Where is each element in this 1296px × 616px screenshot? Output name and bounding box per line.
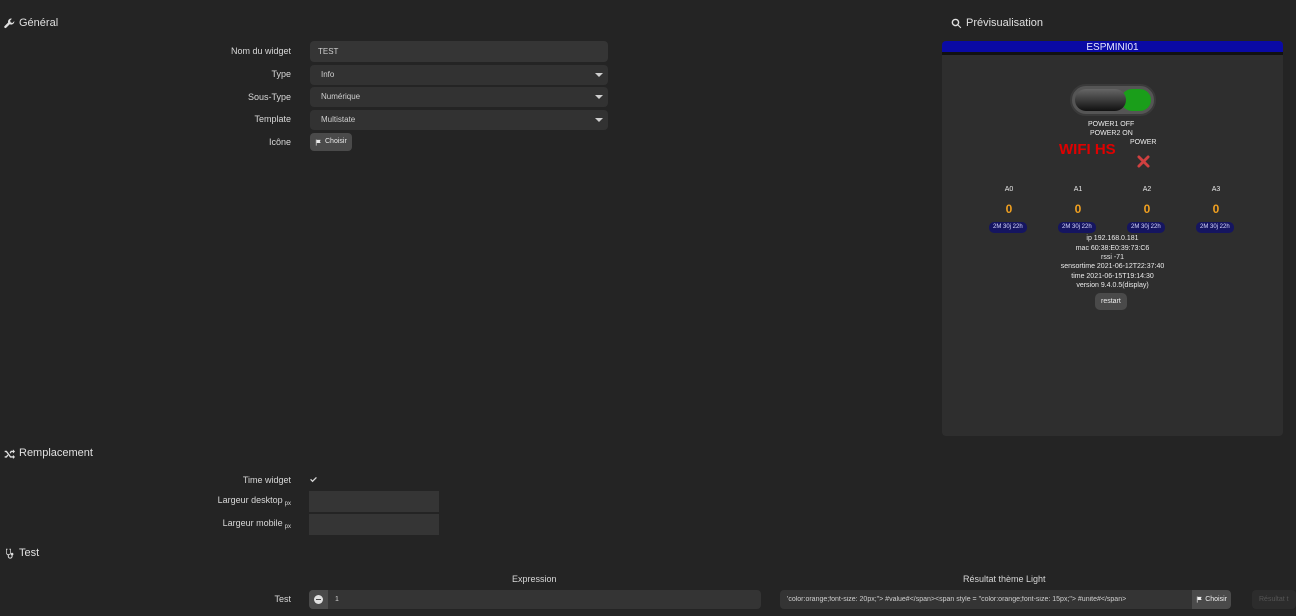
- power-toggle[interactable]: [1070, 84, 1156, 116]
- toggle-knob: [1075, 89, 1126, 111]
- analog-value: 0: [1143, 202, 1151, 216]
- section-replacement-title: Remplacement: [4, 447, 93, 459]
- info-mac: mac 60:38:E0:39:73:C6: [1075, 245, 1150, 252]
- template-select[interactable]: Multistate: [310, 110, 608, 130]
- section-preview-label: Prévisualisation: [966, 17, 1044, 29]
- type-select[interactable]: Info: [310, 65, 608, 85]
- close-icon[interactable]: [1137, 155, 1150, 168]
- stethoscope-icon: [6, 548, 14, 559]
- result-dark-field[interactable]: Résultat t: [1252, 590, 1296, 609]
- restart-button[interactable]: restart: [1095, 293, 1127, 310]
- type-select-value: Info: [321, 70, 335, 79]
- analog-label: A1: [1073, 186, 1083, 193]
- flag-icon: [1197, 596, 1202, 603]
- section-general-title: Général: [4, 17, 58, 29]
- result-column-header: Résultat thème Light: [963, 574, 1046, 584]
- info-ip: ip 192.168.0.181: [1086, 235, 1139, 242]
- widget-name-label: Nom du widget: [230, 46, 291, 56]
- expression-column-header: Expression: [512, 574, 557, 584]
- template-label: Template: [254, 114, 291, 124]
- type-label: Type: [271, 69, 291, 79]
- mobile-width-unit: px: [284, 524, 291, 530]
- flag-icon: [315, 138, 321, 146]
- analog-badge: 2M 30j 22h: [1127, 222, 1165, 233]
- result-light-value: 'color:orange;font-size: 20px;"> #value#…: [787, 596, 1127, 603]
- power1-status: POWER1 OFF: [1088, 121, 1135, 128]
- search-icon: [951, 18, 962, 28]
- info-version: version 9.4.0.5(display): [1076, 282, 1149, 289]
- analog-badge: 2M 30j 22h: [1196, 222, 1234, 233]
- section-test-label: Test: [19, 547, 40, 559]
- time-widget-checkbox[interactable]: [309, 475, 318, 486]
- analog-value: 0: [1005, 202, 1013, 216]
- widget-preview: ESPMINI01 POWER1 OFF POWER2 ON WIFI HS P…: [942, 41, 1283, 436]
- desktop-width-label-text: Largeur desktop: [217, 495, 283, 505]
- chevron-down-icon: [595, 73, 603, 77]
- subtype-label: Sous-Type: [247, 92, 291, 102]
- chevron-down-icon: [595, 95, 603, 99]
- widget-name-input[interactable]: TEST: [310, 41, 608, 62]
- subtype-select[interactable]: Numérique: [310, 87, 608, 107]
- time-widget-label: Time widget: [242, 475, 291, 485]
- expression-input[interactable]: 1: [309, 590, 761, 609]
- analog-badge: 2M 30j 22h: [1058, 222, 1096, 233]
- analog-badge: 2M 30j 22h: [989, 222, 1027, 233]
- result-choose-label: Choisir: [1205, 596, 1227, 603]
- mobile-width-label-text: Largeur mobile: [222, 518, 283, 528]
- chevron-down-icon: [595, 118, 603, 122]
- remove-expression-button[interactable]: [309, 590, 328, 609]
- icon-label: Icône: [268, 137, 291, 147]
- info-rssi: rssi -71: [1101, 254, 1124, 261]
- section-test-title: Test: [4, 547, 39, 559]
- analog-value: 0: [1074, 202, 1082, 216]
- analog-label: A2: [1142, 186, 1152, 193]
- minus-circle-icon: [314, 595, 323, 604]
- result-choose-button[interactable]: Choisir: [1192, 590, 1231, 609]
- shuffle-icon: [4, 448, 15, 459]
- power-label: POWER: [1130, 139, 1157, 146]
- section-replacement-label: Remplacement: [19, 447, 93, 459]
- subtype-select-value: Numérique: [321, 92, 361, 101]
- desktop-width-input[interactable]: [309, 491, 439, 512]
- wifi-status: WIFI HS: [1059, 141, 1116, 158]
- power2-status: POWER2 ON: [1090, 130, 1133, 137]
- expression-input-value: 1: [335, 596, 339, 603]
- analog-label: A0: [1004, 186, 1014, 193]
- test-row-label: Test: [274, 594, 291, 604]
- choose-icon-button[interactable]: Choisir: [310, 133, 352, 151]
- mobile-width-input[interactable]: [309, 514, 439, 535]
- mobile-width-label: Largeur mobile px: [131, 518, 291, 530]
- result-light-field[interactable]: 'color:orange;font-size: 20px;"> #value#…: [780, 590, 1231, 609]
- section-preview-title: Prévisualisation: [951, 17, 1043, 29]
- template-select-value: Multistate: [321, 115, 356, 124]
- wrench-icon: [4, 18, 15, 28]
- choose-icon-button-label: Choisir: [325, 138, 347, 145]
- preview-device-title: ESPMINI01: [942, 41, 1283, 55]
- analog-label: A3: [1211, 186, 1221, 193]
- desktop-width-unit: px: [284, 501, 291, 507]
- analog-value: 0: [1212, 202, 1220, 216]
- desktop-width-label: Largeur desktop px: [131, 495, 291, 507]
- check-icon: [310, 476, 317, 483]
- info-time: time 2021-06-15T19:14:30: [1071, 273, 1154, 280]
- section-general-label: Général: [19, 17, 59, 29]
- info-sensortime: sensortime 2021-06-12T22:37:40: [1060, 263, 1165, 270]
